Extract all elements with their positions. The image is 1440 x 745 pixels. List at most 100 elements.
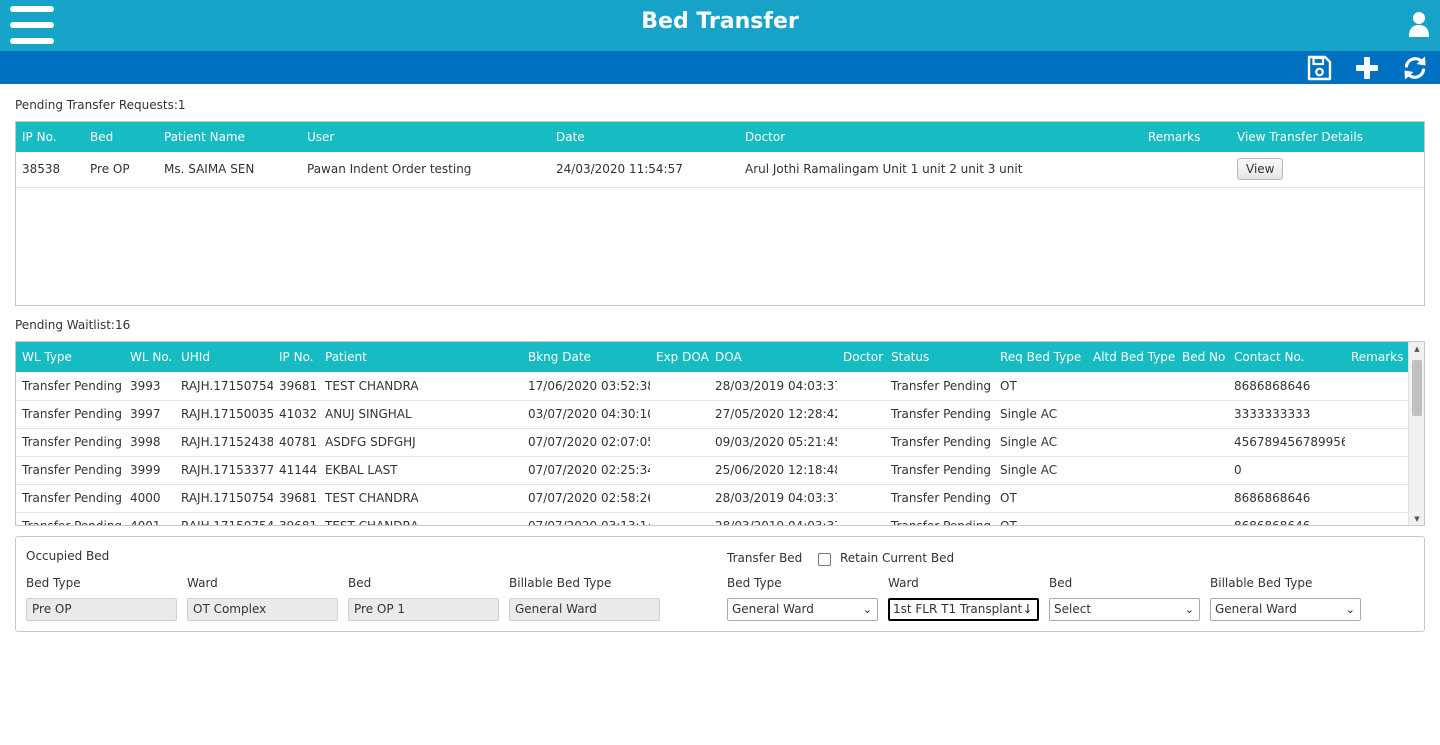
pending-waitlist-grid: WL Type WL No. UHId IP No. Patient Bkng … xyxy=(15,341,1425,526)
cell-exp-doa xyxy=(650,400,709,429)
table-row[interactable]: 38538 Pre OP Ms. SAIMA SEN Pawan Indent … xyxy=(16,152,1424,188)
user-icon[interactable] xyxy=(1408,11,1430,37)
cell-exp-doa xyxy=(650,512,709,525)
transfer-bed-type-label: Bed Type xyxy=(727,576,782,590)
table-row[interactable]: Transfer Pending 4001 RAJH.17150754 39681 TE… xyxy=(16,512,1408,525)
cell-ip-no: 39681 xyxy=(273,484,319,513)
transfer-ward-select[interactable]: 1st FLR T1 Transplant I ⌄ xyxy=(888,598,1039,621)
view-transfer-details-button[interactable]: View xyxy=(1237,158,1284,181)
scroll-down-arrow-icon[interactable]: ▼ xyxy=(1409,512,1424,525)
transfer-billable-select[interactable]: General Ward ⌄ xyxy=(1210,598,1361,621)
column-header[interactable]: Patient Name xyxy=(158,122,301,152)
table-row[interactable]: Transfer Pending 3997 RAJH.17150035 41032 AN… xyxy=(16,400,1408,429)
page-title: Bed Transfer xyxy=(641,9,799,34)
action-toolbar xyxy=(0,51,1440,84)
cell-wl-no: 3999 xyxy=(124,456,175,485)
column-header[interactable]: Bed xyxy=(84,122,158,152)
chevron-down-icon: ⌄ xyxy=(1184,603,1194,616)
cell-exp-doa xyxy=(650,484,709,513)
cell-remarks xyxy=(1345,456,1408,485)
cell-doctor xyxy=(837,484,885,513)
occupied-billable-label: Billable Bed Type xyxy=(509,576,612,590)
table-row[interactable]: Transfer Pending 3999 RAJH.17153377 41144 EK… xyxy=(16,456,1408,485)
occupied-bed-label: Bed xyxy=(348,576,372,590)
cell-patient: TEST CHANDRA xyxy=(319,512,522,525)
column-header[interactable]: Remarks xyxy=(1142,122,1231,152)
scroll-thumb[interactable] xyxy=(1412,360,1422,416)
pending-requests-table: IP No. Bed Patient Name User Date Doctor… xyxy=(16,122,1424,188)
table-header-row: IP No. Bed Patient Name User Date Doctor… xyxy=(16,122,1424,152)
cell-doa: 28/03/2019 04:03:37 xyxy=(709,512,837,525)
waitlist-table: WL Type WL No. UHId IP No. Patient Bkng … xyxy=(16,342,1408,525)
refresh-button[interactable] xyxy=(1402,55,1428,81)
column-header[interactable]: Date xyxy=(550,122,739,152)
selected-value: General Ward xyxy=(1215,602,1297,616)
column-header[interactable]: Doctor xyxy=(739,122,1142,152)
cell-exp-doa xyxy=(650,372,709,401)
column-header[interactable]: Patient xyxy=(319,342,522,372)
column-header[interactable]: WL Type xyxy=(16,342,124,372)
save-button[interactable] xyxy=(1306,55,1332,81)
column-header[interactable]: Bed No xyxy=(1176,342,1228,372)
selected-value: Select xyxy=(1054,602,1092,616)
waitlist-scrollbar[interactable]: ▲ ▼ xyxy=(1408,342,1424,525)
cell-wl-type: Transfer Pending xyxy=(16,484,124,513)
cell-bkng-date: 07/07/2020 02:25:34 xyxy=(522,456,650,485)
transfer-bed-type-select[interactable]: General Ward ⌄ xyxy=(727,598,878,621)
cell-remarks xyxy=(1345,484,1408,513)
cell-doa: 25/06/2020 12:18:48 xyxy=(709,456,837,485)
table-row[interactable]: Transfer Pending 4000 RAJH.17150754 39681 TE… xyxy=(16,484,1408,513)
cell-uhid: RAJH.17150035 xyxy=(175,400,273,429)
cell-req-bed-type: OT xyxy=(994,372,1087,401)
column-header[interactable]: Contact No. xyxy=(1228,342,1345,372)
retain-current-bed-checkbox[interactable] xyxy=(818,553,831,566)
cell-doctor xyxy=(837,428,885,457)
cell-bkng-date: 03/07/2020 04:30:10 xyxy=(522,400,650,429)
cell-patient: ANUJ SINGHAL xyxy=(319,400,522,429)
cell-doa: 27/05/2020 12:28:42 xyxy=(709,400,837,429)
column-header[interactable]: WL No. xyxy=(124,342,175,372)
column-header[interactable]: View Transfer Details xyxy=(1231,122,1424,152)
occupied-bed-title: Occupied Bed xyxy=(26,549,110,563)
waitlist-body: Transfer Pending 3993 RAJH.17150754 39681 TE… xyxy=(16,372,1408,525)
cell-ip-no: 40781 xyxy=(273,428,319,457)
waitlist-scroll-area[interactable]: WL Type WL No. UHId IP No. Patient Bkng … xyxy=(16,342,1408,525)
pending-waitlist-label: Pending Waitlist:16 xyxy=(15,318,131,332)
transfer-bed-title: Transfer Bed xyxy=(727,551,803,565)
transfer-bed-select[interactable]: Select ⌄ xyxy=(1049,598,1200,621)
cell-status: Transfer Pending xyxy=(885,428,994,457)
hamburger-menu-icon[interactable] xyxy=(10,6,54,44)
cell-date: 24/03/2020 11:54:57 xyxy=(550,152,739,188)
cell-wl-no: 3993 xyxy=(124,372,175,401)
column-header[interactable]: User xyxy=(301,122,550,152)
cell-contact-no: 8686868646 xyxy=(1228,484,1345,513)
column-header[interactable]: Exp DOA xyxy=(650,342,709,372)
column-header[interactable]: Altd Bed Type xyxy=(1087,342,1176,372)
occupied-bed-type-label: Bed Type xyxy=(26,576,81,590)
column-header[interactable]: Req Bed Type xyxy=(994,342,1087,372)
add-button[interactable] xyxy=(1354,55,1380,81)
column-header[interactable]: Bkng Date xyxy=(522,342,650,372)
cell-altd-bed-type xyxy=(1087,456,1176,485)
cell-remarks xyxy=(1345,428,1408,457)
table-row[interactable]: Transfer Pending 3993 RAJH.17150754 39681 TE… xyxy=(16,372,1408,401)
cell-ip-no: 39681 xyxy=(273,372,319,401)
cell-bed-no xyxy=(1176,512,1228,525)
column-header[interactable]: UHId xyxy=(175,342,273,372)
table-row[interactable]: Transfer Pending 3998 RAJH.17152438 40781 AS… xyxy=(16,428,1408,457)
cell-exp-doa xyxy=(650,456,709,485)
cell-exp-doa xyxy=(650,428,709,457)
cell-req-bed-type: Single AC xyxy=(994,428,1087,457)
column-header[interactable]: IP No. xyxy=(273,342,319,372)
column-header[interactable]: Remarks xyxy=(1345,342,1408,372)
cell-doctor xyxy=(837,372,885,401)
scroll-up-arrow-icon[interactable]: ▲ xyxy=(1409,342,1424,356)
cell-contact-no: 3333333333 xyxy=(1228,400,1345,429)
cell-ip-no: 41032 xyxy=(273,400,319,429)
cell-view: View xyxy=(1231,152,1424,188)
column-header[interactable]: Doctor xyxy=(837,342,885,372)
column-header[interactable]: IP No. xyxy=(16,122,84,152)
column-header[interactable]: DOA xyxy=(709,342,837,372)
cell-doctor xyxy=(837,456,885,485)
column-header[interactable]: Status xyxy=(885,342,994,372)
